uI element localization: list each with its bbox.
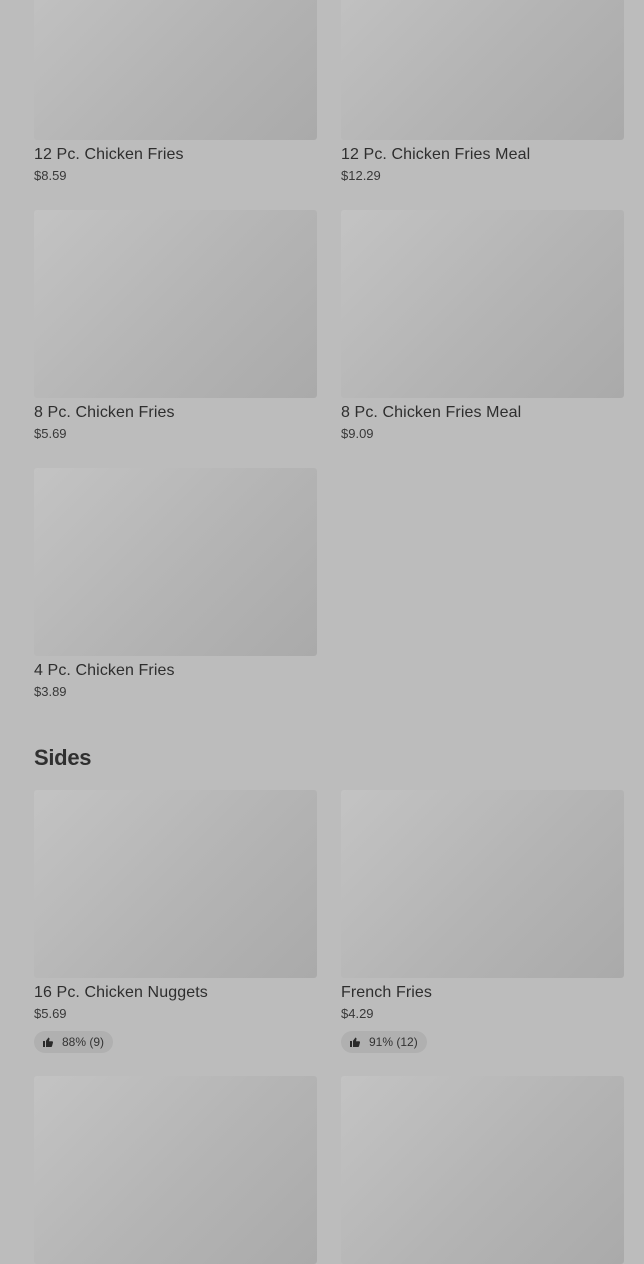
item-price: $8.59 bbox=[34, 168, 67, 183]
item-price: $5.69 bbox=[34, 426, 67, 441]
item-price: $4.29 bbox=[341, 1006, 374, 1021]
item-name: 12 Pc. Chicken Fries Meal bbox=[341, 146, 531, 163]
menu-item-card[interactable]: 12 Pc. Chicken Fries $8.59 bbox=[34, 0, 317, 184]
item-price: $12.29 bbox=[341, 168, 381, 183]
menu-item-card[interactable]: 8 Pc. Chicken Fries $5.69 bbox=[34, 210, 317, 442]
item-image-placeholder[interactable] bbox=[341, 1076, 624, 1264]
menu-item-card[interactable]: French Fries $4.29 91% (12) bbox=[341, 790, 624, 1053]
rating-text: 88% (9) bbox=[62, 1035, 105, 1049]
item-price: $3.89 bbox=[34, 684, 67, 699]
item-image-placeholder[interactable] bbox=[341, 790, 624, 978]
item-image-placeholder[interactable] bbox=[34, 790, 317, 978]
menu-item-card[interactable] bbox=[341, 1076, 624, 1264]
item-image-placeholder[interactable] bbox=[34, 468, 317, 656]
menu-item-card[interactable]: 8 Pc. Chicken Fries Meal $9.09 bbox=[341, 210, 624, 442]
item-image-placeholder[interactable] bbox=[34, 0, 317, 140]
thumbs-up-icon bbox=[43, 1037, 54, 1047]
item-name: 16 Pc. Chicken Nuggets bbox=[34, 984, 208, 1001]
item-name: 12 Pc. Chicken Fries bbox=[34, 146, 184, 163]
item-image-placeholder[interactable] bbox=[341, 0, 624, 140]
rating-badge: 88% (9) bbox=[34, 1031, 114, 1053]
menu-item-card[interactable]: 16 Pc. Chicken Nuggets $5.69 88% (9) bbox=[34, 790, 317, 1053]
item-image-placeholder[interactable] bbox=[34, 210, 317, 398]
section-title-sides: Sides bbox=[34, 745, 92, 770]
menu-item-card[interactable]: 12 Pc. Chicken Fries Meal $12.29 bbox=[341, 0, 624, 184]
rating-badge: 91% (12) bbox=[341, 1031, 427, 1053]
item-price: $9.09 bbox=[341, 426, 374, 441]
item-name: 8 Pc. Chicken Fries Meal bbox=[341, 404, 522, 421]
item-name: 4 Pc. Chicken Fries bbox=[34, 662, 175, 679]
item-name: 8 Pc. Chicken Fries bbox=[34, 404, 175, 421]
rating-text: 91% (12) bbox=[369, 1035, 418, 1049]
thumbs-up-icon bbox=[350, 1037, 361, 1047]
menu-item-card[interactable]: 4 Pc. Chicken Fries $3.89 bbox=[34, 468, 317, 700]
item-image-placeholder[interactable] bbox=[34, 1076, 317, 1264]
item-name: French Fries bbox=[341, 984, 432, 1001]
menu-page: 12 Pc. Chicken Fries $8.59 12 Pc. Chicke… bbox=[0, 0, 644, 1264]
item-image-placeholder[interactable] bbox=[341, 210, 624, 398]
item-price: $5.69 bbox=[34, 1006, 67, 1021]
menu-item-card[interactable] bbox=[34, 1076, 317, 1264]
